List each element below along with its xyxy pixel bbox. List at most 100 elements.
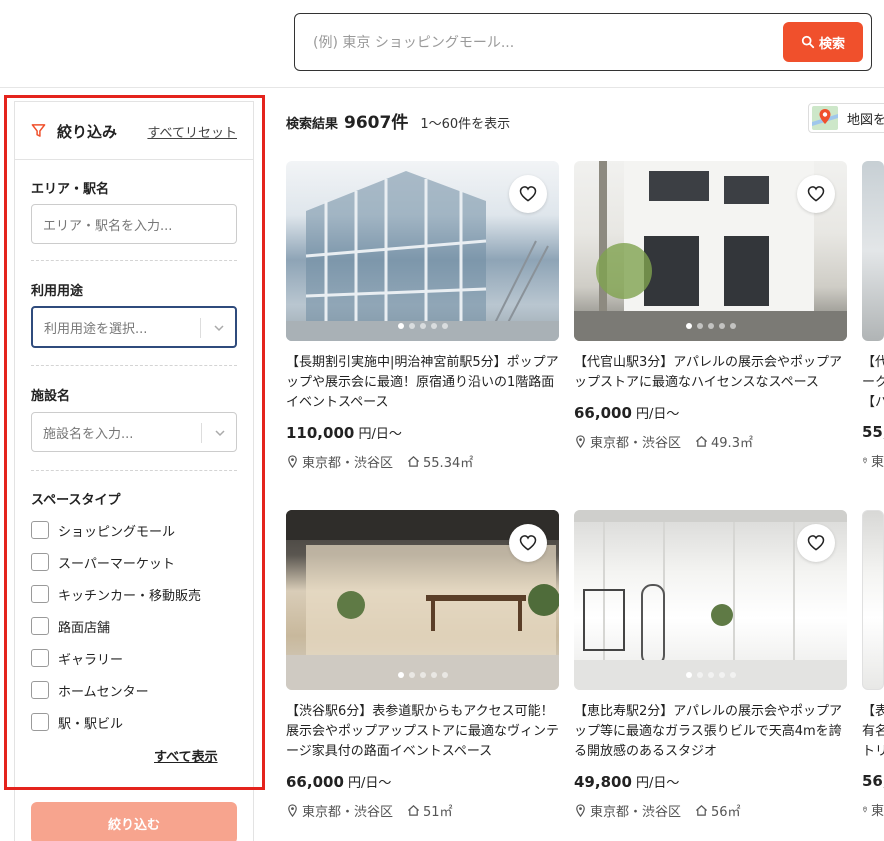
listing-location: 東京都・渋谷区 [302, 456, 394, 471]
pager-dot[interactable] [441, 323, 448, 329]
listing-title[interactable]: 【渋谷駅6分】表参道駅からもアクセス可能！展示会やポップアップストアに最適なヴィ… [286, 702, 559, 762]
listing-price: 49,800 円/日〜 [574, 772, 847, 791]
pager-dot[interactable] [685, 323, 692, 329]
listing-card-partial[interactable]: 【代 ーク 【ハ 55, 東 [862, 161, 884, 470]
pager-dot[interactable] [696, 323, 703, 329]
result-number: 9607件 [344, 113, 409, 133]
location-pin-icon [576, 435, 585, 448]
favorite-button[interactable] [797, 175, 835, 213]
pager-dot[interactable] [707, 672, 714, 678]
pager-dot[interactable] [441, 672, 448, 678]
heart-icon [519, 535, 537, 551]
pager-dot[interactable] [729, 323, 736, 329]
listing-location: 東 [870, 804, 884, 819]
listing-title[interactable]: 【表 有名 トリ [862, 702, 884, 762]
heart-icon [807, 535, 825, 551]
photo-pager [286, 672, 559, 678]
photo-pager [286, 323, 559, 329]
apply-filter-button[interactable]: 絞り込む [31, 802, 237, 841]
result-count: 検索結果 9607件 1〜60件を表示 [286, 108, 510, 133]
map-button-label: 地図を [847, 112, 884, 128]
listing-photo[interactable] [286, 161, 559, 341]
listing-meta: 東京都・渋谷区 51㎡ [286, 801, 559, 820]
listing-photo[interactable] [862, 510, 884, 690]
header: 検索 [0, 0, 884, 88]
price-value: 110,000 [286, 424, 355, 442]
highlight-frame [4, 95, 265, 790]
favorite-button[interactable] [509, 175, 547, 213]
listing-photo[interactable] [574, 510, 847, 690]
listing-price: 55, [862, 423, 884, 441]
listing-area: 49.3㎡ [711, 436, 753, 451]
listing-price: 56, [862, 772, 884, 790]
pager-dot[interactable] [408, 323, 415, 329]
listing-card[interactable]: 【恵比寿駅2分】アパレルの展示会やポップアップ等に最適なガラス張りビルで天高4m… [574, 510, 847, 820]
house-icon [408, 805, 420, 816]
listing-location: 東京都・渋谷区 [590, 436, 682, 451]
price-unit: 円/日〜 [636, 407, 680, 422]
pager-dot[interactable] [408, 672, 415, 678]
listing-card[interactable]: 【代官山駅3分】アパレルの展示会やポップアップストアに最適なハイセンスなスペース… [574, 161, 847, 451]
location-pin-icon [576, 804, 585, 817]
favorite-button[interactable] [797, 524, 835, 562]
listing-meta: 東 [862, 800, 884, 819]
map-view-button[interactable]: 地図を [808, 103, 884, 133]
listing-photo[interactable] [286, 510, 559, 690]
listing-meta: 東 [862, 451, 884, 470]
listing-title[interactable]: 【代官山駅3分】アパレルの展示会やポップアップストアに最適なハイセンスなスペース [574, 353, 847, 393]
location-pin-icon [288, 455, 297, 468]
listing-area: 51㎡ [423, 805, 453, 820]
pager-dot[interactable] [718, 672, 725, 678]
price-value: 49,800 [574, 773, 632, 791]
listing-meta: 東京都・渋谷区 56㎡ [574, 801, 847, 820]
search-button-label: 検索 [818, 36, 845, 52]
price-value: 66,000 [574, 404, 632, 422]
search-button[interactable]: 検索 [783, 22, 863, 62]
listing-title[interactable]: 【代 ーク 【ハ [862, 353, 884, 413]
price-unit: 円/日〜 [348, 776, 392, 791]
listing-photo[interactable] [574, 161, 847, 341]
favorite-button[interactable] [509, 524, 547, 562]
pager-dot[interactable] [707, 323, 714, 329]
listing-card-partial[interactable]: 【表 有名 トリ 56, 東 [862, 510, 884, 819]
photo-pager [574, 672, 847, 678]
pager-dot[interactable] [696, 672, 703, 678]
pager-dot[interactable] [430, 672, 437, 678]
search-input[interactable] [313, 32, 773, 54]
price-value: 66,000 [286, 773, 344, 791]
map-icon [812, 106, 838, 130]
pager-dot[interactable] [397, 323, 404, 329]
pager-dot[interactable] [718, 323, 725, 329]
listing-photo[interactable] [862, 161, 884, 341]
search-icon [801, 35, 815, 49]
listing-price: 66,000 円/日〜 [286, 772, 559, 791]
pager-dot[interactable] [685, 672, 692, 678]
pager-dot[interactable] [729, 672, 736, 678]
pager-dot[interactable] [397, 672, 404, 678]
house-icon [696, 805, 708, 816]
photo-pager [574, 323, 847, 329]
listing-location: 東 [870, 455, 884, 470]
listing-card[interactable]: 【渋谷駅6分】表参道駅からもアクセス可能！展示会やポップアップストアに最適なヴィ… [286, 510, 559, 820]
listing-price: 66,000 円/日〜 [574, 403, 847, 422]
result-range: 1〜60件を表示 [420, 117, 511, 132]
heart-icon [519, 186, 537, 202]
heart-icon [807, 186, 825, 202]
price-value: 55, [862, 423, 884, 441]
listing-title[interactable]: 【恵比寿駅2分】アパレルの展示会やポップアップ等に最適なガラス張りビルで天高4m… [574, 702, 847, 762]
pager-dot[interactable] [430, 323, 437, 329]
search-box: 検索 [294, 13, 872, 71]
location-pin-icon [288, 804, 297, 817]
price-unit: 円/日〜 [358, 427, 402, 442]
listing-title[interactable]: 【長期割引実施中|明治神宮前駅5分】ポップアップや展示会に最適！原宿通り沿いの1… [286, 353, 559, 413]
house-icon [696, 436, 708, 447]
location-pin-icon [863, 457, 867, 464]
pager-dot[interactable] [419, 672, 426, 678]
price-unit: 円/日〜 [636, 776, 680, 791]
listing-location: 東京都・渋谷区 [302, 805, 394, 820]
listing-area: 55.34㎡ [423, 456, 474, 471]
listing-location: 東京都・渋谷区 [590, 805, 682, 820]
listing-card[interactable]: 【長期割引実施中|明治神宮前駅5分】ポップアップや展示会に最適！原宿通り沿いの1… [286, 161, 559, 471]
listing-area: 56㎡ [711, 805, 741, 820]
pager-dot[interactable] [419, 323, 426, 329]
